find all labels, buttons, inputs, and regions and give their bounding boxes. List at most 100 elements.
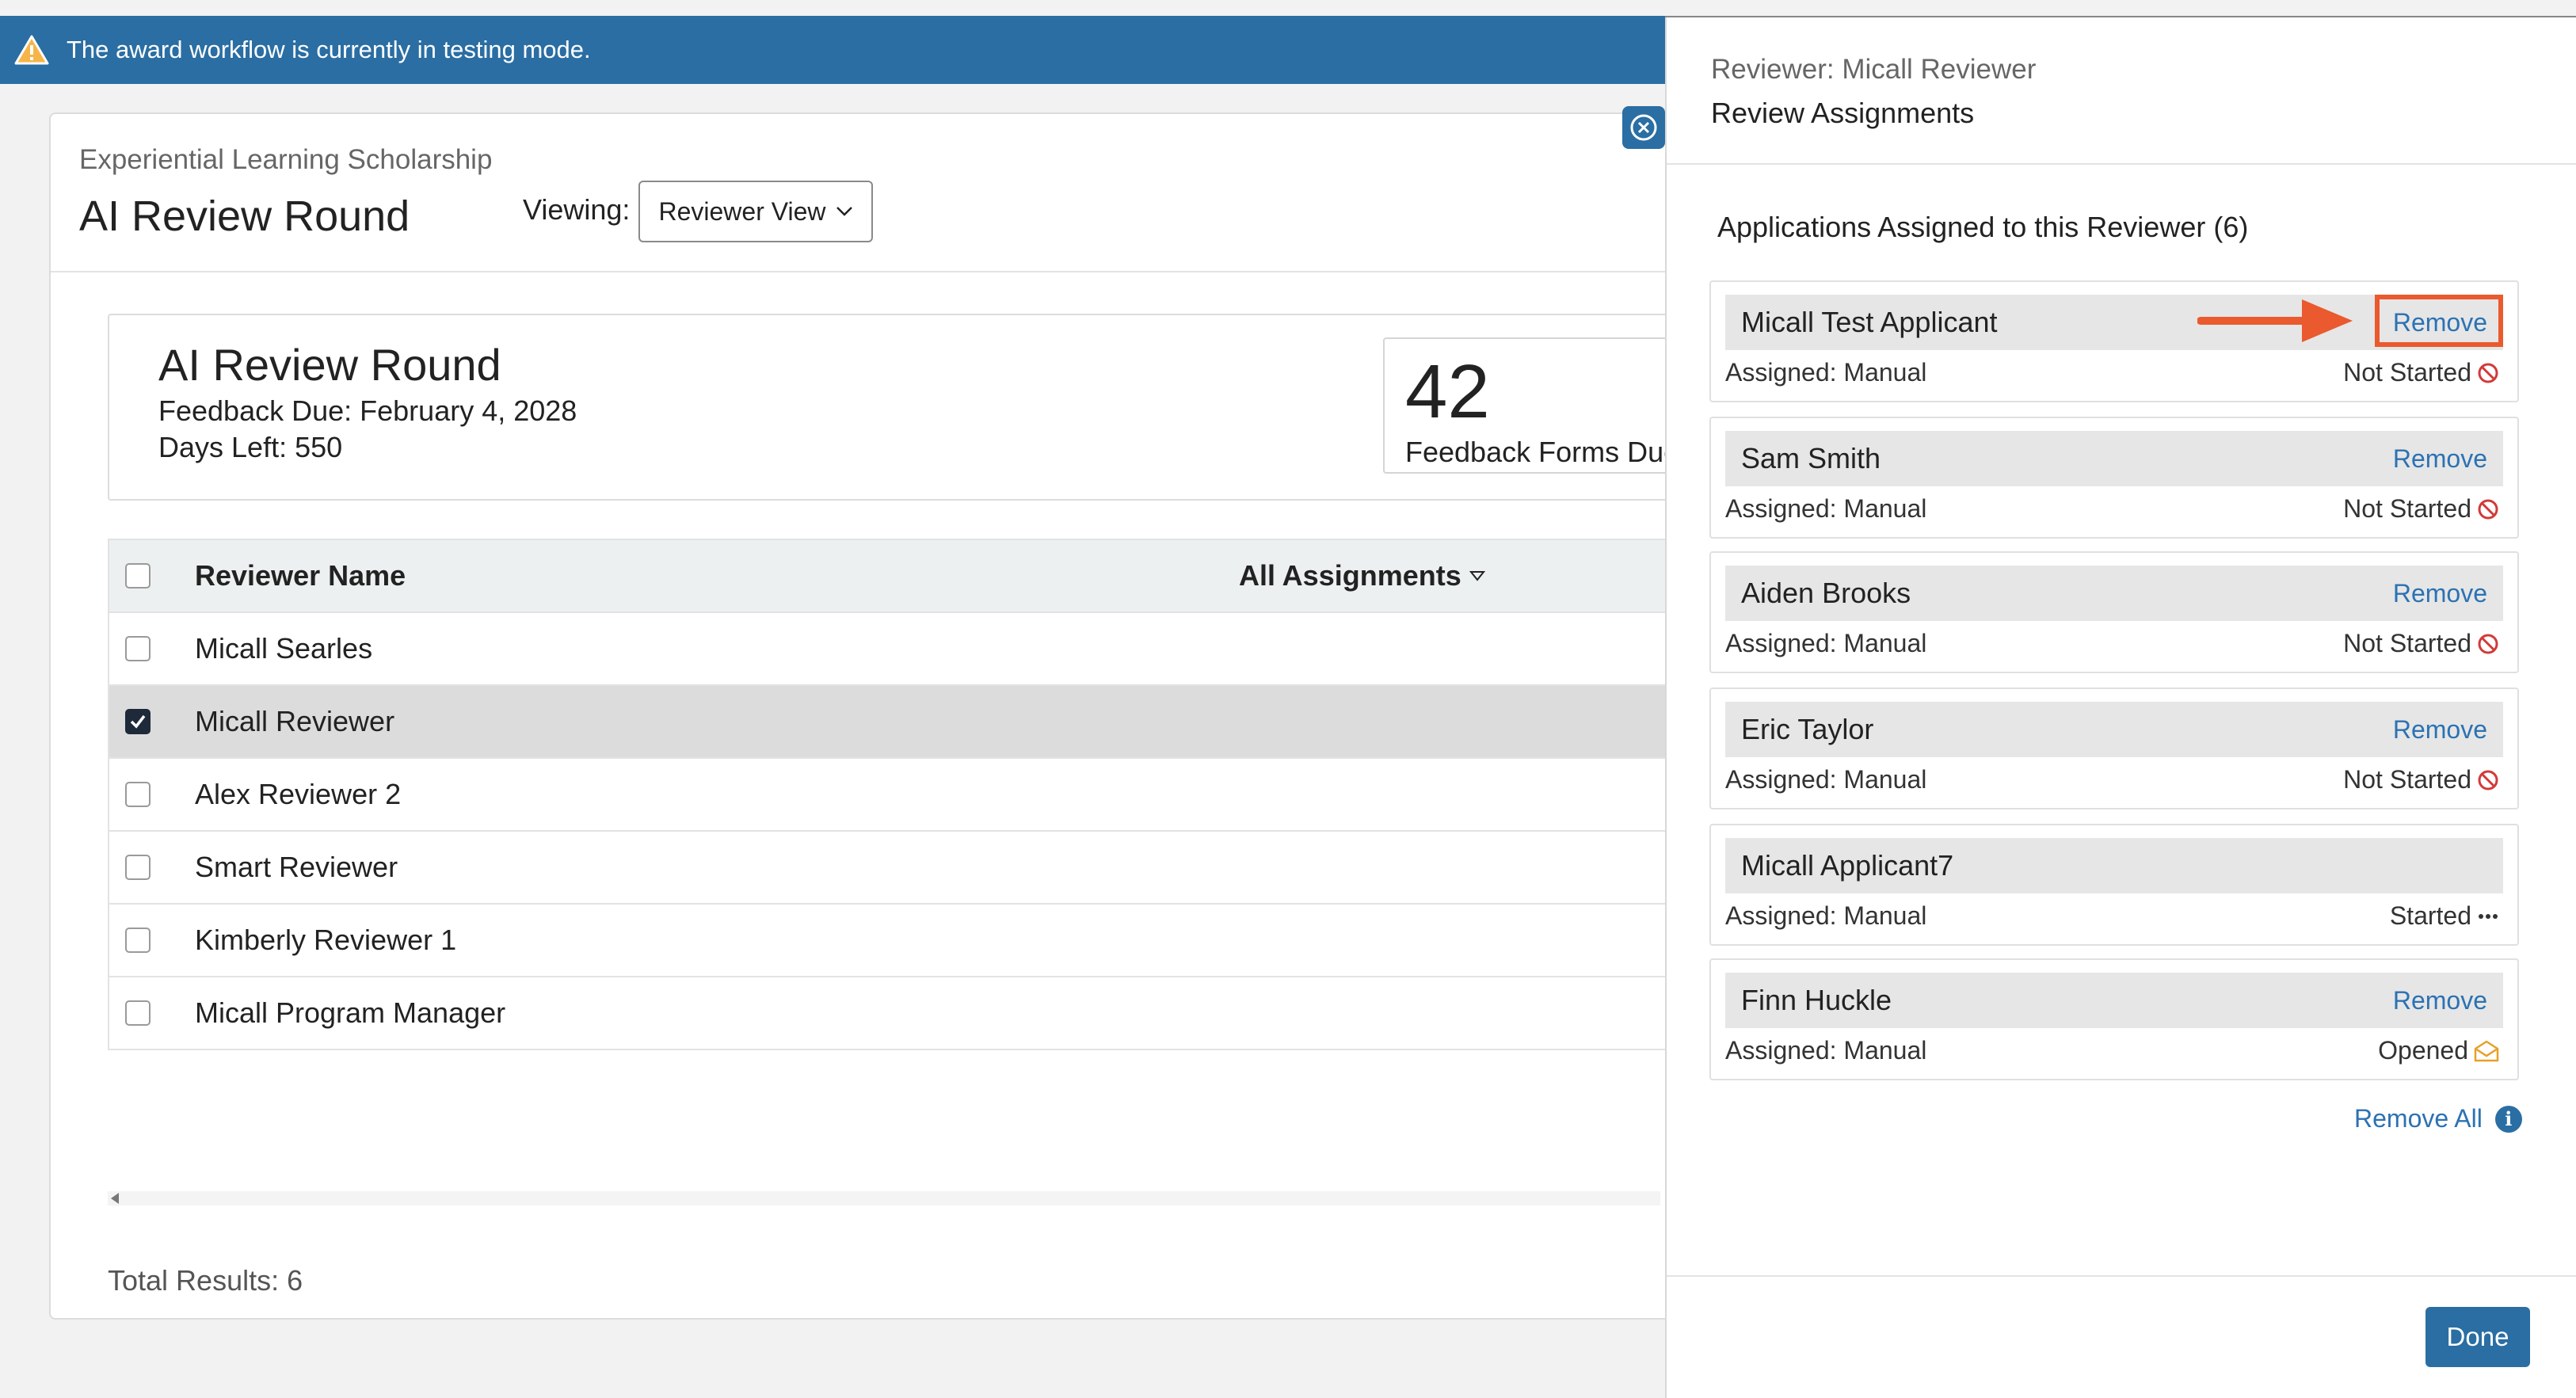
close-circle-icon (1630, 114, 1657, 141)
column-all-assignments[interactable]: All Assignments (1239, 559, 1485, 592)
horizontal-scrollbar[interactable] (108, 1191, 1660, 1206)
table-row[interactable]: Micall Program Manager 1 (108, 977, 1706, 1050)
feedback-forms-due-count: 42 (1405, 349, 1490, 434)
panel-top-border (1665, 16, 2576, 17)
remove-all-link[interactable]: Remove All i (2354, 1104, 2522, 1133)
viewing-label: Viewing: (523, 193, 631, 226)
assignment-status: Started (2390, 901, 2500, 931)
review-round-card: Experiential Learning Scholarship AI Rev… (49, 112, 1719, 1320)
assignment-item: Aiden Brooks Remove Assigned: Manual Not… (1709, 551, 2519, 673)
banner-text: The award workflow is currently in testi… (67, 36, 591, 63)
not-started-icon (2478, 363, 2498, 383)
arrow-right-icon (2197, 299, 2353, 342)
assignment-item-bar: Eric Taylor Remove (1725, 702, 2503, 757)
testing-mode-banner: The award workflow is currently in testi… (0, 16, 1665, 84)
assignment-status: Not Started (2343, 494, 2500, 524)
row-checkbox[interactable] (125, 1000, 151, 1026)
status-label: Not Started (2343, 629, 2471, 657)
column-reviewer-name[interactable]: Reviewer Name (195, 559, 406, 592)
more-dots-icon (2479, 913, 2498, 919)
assigned-type: Assigned: Manual (1725, 1036, 1927, 1065)
remove-link[interactable]: Remove (2393, 579, 2487, 608)
panel-title: Review Assignments (1711, 97, 1975, 129)
days-left: Days Left: 550 (158, 431, 343, 463)
remove-highlight-box (2375, 295, 2503, 347)
row-checkbox[interactable] (125, 782, 151, 807)
not-started-icon (2478, 770, 2498, 790)
status-label: Not Started (2343, 765, 2471, 794)
reviewers-table: Reviewer Name All Assignments Micall Sea… (108, 539, 1706, 1050)
info-icon[interactable]: i (2494, 1105, 2522, 1133)
assignment-status: Not Started (2343, 358, 2500, 387)
assignment-status: Not Started (2343, 765, 2500, 794)
row-checkbox[interactable] (125, 928, 151, 953)
applicant-name: Finn Huckle (1741, 984, 1892, 1016)
page-title: AI Review Round (79, 192, 410, 240)
reviewer-name: Smart Reviewer (195, 851, 398, 883)
assignment-item-bar: Micall Applicant7 (1725, 838, 2503, 893)
sort-triangle-icon (1469, 571, 1485, 581)
assigned-type: Assigned: Manual (1725, 358, 1927, 387)
applicant-name: Aiden Brooks (1741, 577, 1911, 609)
scroll-left-icon[interactable] (111, 1193, 119, 1204)
reviewer-name: Micall Reviewer (195, 705, 395, 737)
close-panel-button[interactable] (1622, 106, 1665, 149)
card-header: Experiential Learning Scholarship AI Rev… (51, 114, 1682, 272)
applicant-name: Sam Smith (1741, 442, 1881, 474)
row-checkbox[interactable] (125, 855, 151, 880)
assigned-type: Assigned: Manual (1725, 629, 1927, 657)
envelope-open-icon (2474, 1040, 2499, 1061)
applicant-name: Eric Taylor (1741, 713, 1874, 745)
assignment-item-bar: Sam Smith Remove (1725, 431, 2503, 486)
not-started-icon (2478, 499, 2498, 519)
status-label: Not Started (2343, 358, 2471, 387)
panel-header: Reviewer: Micall Reviewer Review Assignm… (1667, 16, 2576, 165)
chevron-down-icon (836, 207, 852, 216)
done-button[interactable]: Done (2425, 1307, 2530, 1367)
applicant-name: Micall Test Applicant (1741, 306, 1998, 338)
assigned-type: Assigned: Manual (1725, 494, 1927, 523)
column-all-assignments-label: All Assignments (1239, 559, 1461, 592)
panel-footer-divider (1667, 1275, 2576, 1277)
row-checkbox[interactable] (125, 709, 151, 734)
select-all-checkbox[interactable] (125, 563, 151, 589)
reviewer-name: Micall Searles (195, 632, 373, 665)
assigned-type: Assigned: Manual (1725, 901, 1927, 930)
assignment-status: Opened (2378, 1036, 2500, 1065)
table-row[interactable]: Kimberly Reviewer 1 13 (108, 905, 1706, 977)
status-label: Started (2389, 901, 2471, 930)
checkmark-icon (130, 714, 146, 729)
remove-link[interactable]: Remove (2393, 444, 2487, 474)
assignment-status: Not Started (2343, 629, 2500, 658)
row-checkbox[interactable] (125, 636, 151, 661)
total-results: Total Results: 6 (108, 1264, 303, 1297)
view-select-dropdown[interactable]: Reviewer View (638, 181, 873, 242)
feedback-forms-due-label: Feedback Forms Due (1405, 436, 1680, 468)
table-row[interactable]: Micall Reviewer 6 (108, 686, 1706, 759)
view-select-value: Reviewer View (658, 196, 826, 226)
feedback-due-date: Feedback Due: February 4, 2028 (158, 394, 577, 427)
round-summary: AI Review Round Feedback Due: February 4… (108, 314, 1719, 501)
assignment-item: Eric Taylor Remove Assigned: Manual Not … (1709, 688, 2519, 809)
applicant-name: Micall Applicant7 (1741, 849, 1954, 882)
status-label: Not Started (2343, 494, 2471, 523)
assigned-type: Assigned: Manual (1725, 765, 1927, 794)
table-row[interactable]: Micall Searles 15 (108, 613, 1706, 686)
warning-icon (14, 35, 49, 65)
review-assignments-panel: Reviewer: Micall Reviewer Review Assignm… (1665, 16, 2576, 1398)
remove-link[interactable]: Remove (2393, 986, 2487, 1015)
reviewer-name: Micall Program Manager (195, 996, 506, 1029)
remove-all-label: Remove All (2354, 1104, 2483, 1133)
table-row[interactable]: Alex Reviewer 2 7 (108, 759, 1706, 832)
panel-reviewer-name: Reviewer: Micall Reviewer (1711, 54, 2037, 85)
program-subtitle: Experiential Learning Scholarship (79, 144, 493, 175)
reviewer-name: Alex Reviewer 2 (195, 778, 402, 810)
remove-link[interactable]: Remove (2393, 715, 2487, 745)
assignment-item-bar: Finn Huckle Remove (1725, 973, 2503, 1028)
assignment-item: Finn Huckle Remove Assigned: Manual Open… (1709, 958, 2519, 1080)
assigned-count-heading: Applications Assigned to this Reviewer (… (1717, 211, 2249, 243)
table-row[interactable]: Smart Reviewer 15 (108, 832, 1706, 905)
assignment-item-bar: Aiden Brooks Remove (1725, 566, 2503, 621)
status-label: Opened (2378, 1036, 2468, 1065)
summary-title: AI Review Round (158, 340, 501, 390)
